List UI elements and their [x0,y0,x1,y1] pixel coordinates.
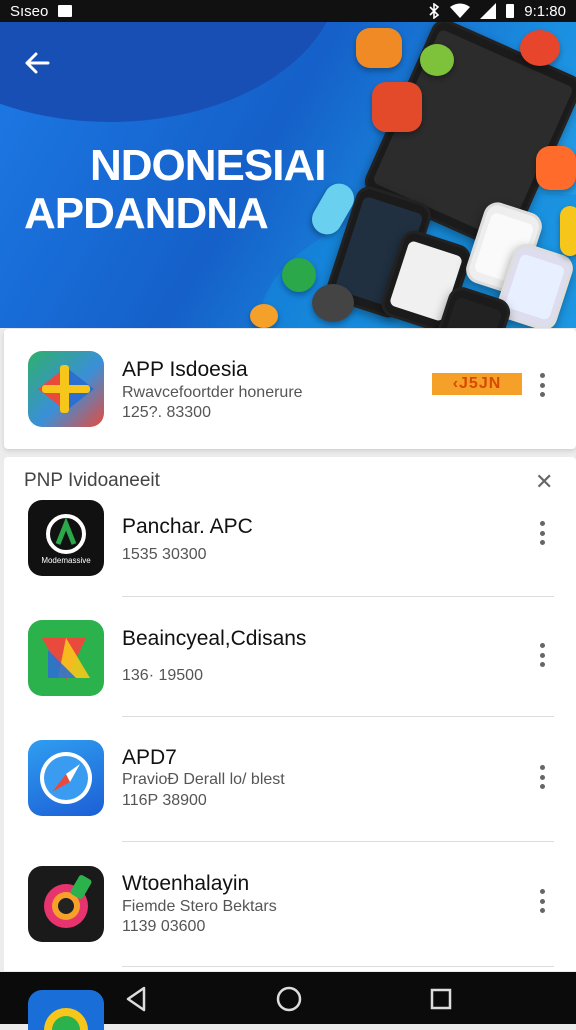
app-bubble-icon [560,206,576,256]
row-divider [122,841,554,842]
app-bubble-icon [312,284,354,322]
notification-icon [58,5,73,17]
app-name[interactable]: Beaincyeal,Cdisans [122,627,306,651]
more-options-icon[interactable] [532,762,552,792]
app-subtitle: Fiemde Stero Bektars [122,898,277,915]
app-bubble-icon [420,44,454,76]
app-size: 116P 38900 [122,792,207,809]
row-divider [122,596,554,597]
app-name[interactable]: APD7 [122,746,177,770]
navigation-bar [0,972,576,1030]
app-bubble-icon [520,30,560,66]
app-bubble-icon [250,304,278,328]
app-name[interactable]: Panchar. APC [122,515,253,539]
hero-banner: NDONESIAI APDANDNA [0,22,576,328]
banner-title-line1: NDONESIAI [90,141,326,190]
clock: 9:1:80 [524,2,566,20]
more-options-icon[interactable] [532,370,552,400]
dark-a-logo-icon[interactable]: Modemassive [28,500,104,576]
wifi-icon [450,3,471,18]
status-bar: Sıseo 9:1:80 [0,0,576,22]
carrier-label: Sıseo [10,2,49,20]
app-size: 1535 30300 [122,546,207,563]
more-options-icon[interactable] [532,886,552,916]
recents-square-icon[interactable] [430,988,452,1010]
battery-icon [506,4,515,18]
app-icon-peek [28,990,104,1030]
app-bubble-icon [536,146,576,190]
app-bubble-icon [372,82,422,132]
back-triangle-icon[interactable] [124,986,148,1012]
app-subtitle: PravioĐ Derall lo/ blest [122,771,285,788]
featured-app-subtitle: Rwavcefoortder honerure [122,384,303,401]
app-name[interactable]: Wtoenhalayin [122,872,249,896]
bluetooth-icon [429,3,440,19]
home-circle-icon[interactable] [276,986,302,1012]
camera-lens-icon[interactable] [28,866,104,942]
app-size: 1139 03600 [122,918,206,935]
app-bubble-icon [356,28,402,68]
featured-app-name[interactable]: APP Isdoesia [122,358,248,382]
banner-title: NDONESIAI APDANDNA [24,141,326,238]
row-divider [122,716,554,717]
app-bubble-icon [282,258,316,292]
app-size: 136· 19500 [122,667,203,684]
featured-app-size: 125?. 83300 [122,404,211,421]
colorful-x-icon[interactable] [28,620,104,696]
banner-title-line2: APDANDNA [24,189,269,238]
signal-icon [480,3,497,19]
price-badge[interactable]: ‹J5JN [432,373,522,395]
compass-icon[interactable] [28,740,104,816]
section-title: PNP Ividoaneeit [24,470,160,491]
more-options-icon[interactable] [532,640,552,670]
map-compass-icon[interactable] [28,351,104,427]
close-icon[interactable]: ✕ [535,471,553,493]
more-options-icon[interactable] [532,518,552,548]
back-arrow-icon[interactable] [22,48,52,78]
row-divider [122,966,554,967]
app-icon-label: Modemassive [41,556,91,565]
